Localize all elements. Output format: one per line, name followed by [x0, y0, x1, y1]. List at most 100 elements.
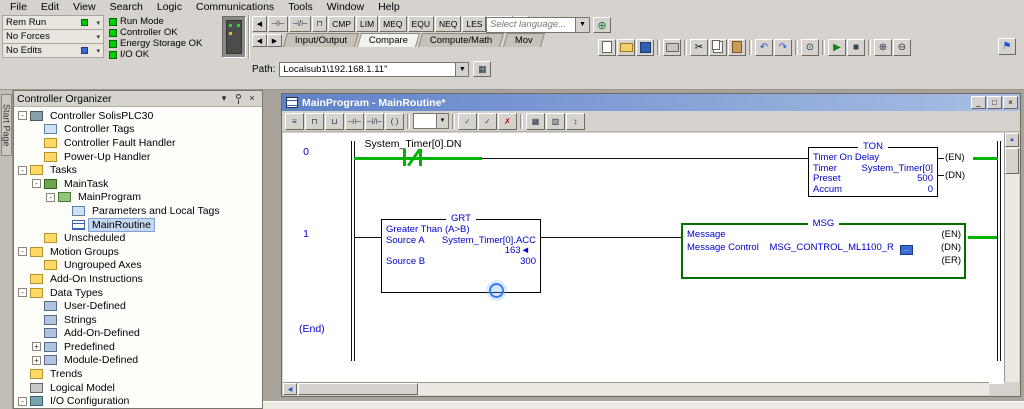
cut-icon[interactable]: ✂: [690, 38, 708, 56]
horizontal-scrollbar[interactable]: ◀: [283, 382, 989, 395]
new-rung-icon[interactable]: ≡: [285, 112, 304, 130]
edits-dropdown[interactable]: No Edits ▾: [2, 43, 104, 58]
xio-contact[interactable]: [403, 149, 406, 166]
print-icon[interactable]: [663, 38, 681, 56]
browse-button[interactable]: ...: [899, 244, 913, 255]
contact-operand-tag[interactable]: System_Timer[0].DN: [333, 138, 493, 150]
browse-logic-icon[interactable]: ▦: [526, 112, 545, 130]
navigate-icon[interactable]: ↕: [566, 112, 585, 130]
menu-tools[interactable]: Tools: [281, 1, 320, 14]
open-file-icon[interactable]: [617, 38, 635, 56]
tree-item-controller-tags[interactable]: Controller Tags: [15, 123, 262, 137]
tree-expander-icon[interactable]: -: [46, 192, 55, 202]
tree-item-ungrouped-axes[interactable]: Ungrouped Axes: [15, 259, 262, 273]
xic-contact-icon[interactable]: ⊣⊢: [268, 15, 288, 32]
tree-item-tasks[interactable]: - Tasks: [15, 163, 262, 177]
menu-file[interactable]: File: [3, 1, 34, 14]
tab-input-output[interactable]: Input/Output: [282, 33, 360, 47]
tree-item-mainprogram[interactable]: - MainProgram: [15, 191, 262, 205]
instruction-cmp-button[interactable]: CMP: [328, 15, 355, 32]
ton-param-value[interactable]: 0: [928, 184, 933, 196]
tree-item-trends[interactable]: Trends: [15, 367, 262, 381]
ladder-canvas[interactable]: 0 1 (End) System_Timer[0].DN TON Timer O…: [283, 133, 1005, 384]
vertical-scrollbar[interactable]: ▲: [1004, 133, 1019, 384]
tree-item-module-defined[interactable]: + Module-Defined: [15, 354, 262, 368]
split-window-icon[interactable]: ▥: [546, 112, 565, 130]
branch-level-icon[interactable]: ⊔: [325, 112, 344, 130]
tree-item-controller-solisplc30[interactable]: - Controller SolisPLC30: [15, 109, 262, 123]
tab-compute-math[interactable]: Compute/Math: [418, 33, 505, 47]
maximize-button[interactable]: □: [987, 96, 1002, 109]
ton-param-value[interactable]: 500: [917, 173, 933, 185]
menu-edit[interactable]: Edit: [34, 1, 66, 14]
tab-start-page[interactable]: Start Page: [1, 94, 12, 156]
tree-item-parameters-and-local-tags[interactable]: Parameters and Local Tags: [15, 204, 262, 218]
menu-view[interactable]: View: [66, 1, 103, 14]
menu-search[interactable]: Search: [103, 1, 150, 14]
scroll-left-button[interactable]: ◀: [252, 15, 267, 32]
xio-contact-icon[interactable]: ⊣/⊢: [365, 112, 384, 130]
tree-item-predefined[interactable]: + Predefined: [15, 340, 262, 354]
language-select[interactable]: Select language... ▼: [486, 17, 590, 33]
cancel-edits-icon[interactable]: ✗: [498, 112, 517, 130]
tree-item-logical-model[interactable]: Logical Model: [15, 381, 262, 395]
verify-rung-icon[interactable]: ✓: [458, 112, 477, 130]
new-file-icon[interactable]: [598, 38, 616, 56]
scroll-left-icon[interactable]: ◀: [283, 383, 297, 395]
ote-coil-icon[interactable]: ( ): [385, 112, 404, 130]
menu-help[interactable]: Help: [371, 1, 407, 14]
tab-scroll-right-button[interactable]: ▶: [267, 34, 282, 47]
tree-item-controller-fault-handler[interactable]: Controller Fault Handler: [15, 136, 262, 150]
grt-instruction[interactable]: GRT Greater Than (A>B) Source A System_Ti…: [381, 213, 541, 293]
save-icon[interactable]: [636, 38, 654, 56]
tree-item-mainroutine[interactable]: MainRoutine: [15, 217, 262, 232]
menu-communications[interactable]: Communications: [189, 1, 281, 14]
tree-expander-icon[interactable]: -: [18, 165, 27, 175]
window-title-bar[interactable]: MainProgram - MainRoutine* _ □ ×: [282, 94, 1020, 111]
tree-item-motion-groups[interactable]: - Motion Groups: [15, 245, 262, 259]
copy-icon[interactable]: [709, 38, 727, 56]
chevron-down-icon[interactable]: ▼: [575, 18, 589, 32]
tree-expander-icon[interactable]: -: [18, 288, 27, 298]
forces-dropdown[interactable]: No Forces ▾: [2, 29, 104, 44]
instruction-neq-button[interactable]: NEQ: [434, 15, 462, 32]
msg-control-value[interactable]: MSG_CONTROL_ML1100_R: [769, 242, 893, 253]
minimize-button[interactable]: _: [971, 96, 986, 109]
tree-item-add-on-defined[interactable]: Add-On-Defined: [15, 327, 262, 341]
program-mode-icon[interactable]: ■: [847, 38, 865, 56]
run-mode-icon[interactable]: ▶: [828, 38, 846, 56]
undo-icon[interactable]: ↶: [755, 38, 773, 56]
rung-number-1[interactable]: 1: [293, 228, 319, 240]
tree-expander-icon[interactable]: -: [18, 396, 27, 406]
tab-mov[interactable]: Mov: [502, 33, 545, 47]
branch-icon[interactable]: ⊓: [312, 15, 328, 32]
bookmark-icon[interactable]: ⚑: [998, 38, 1016, 55]
zoom-out-icon[interactable]: ⊖: [893, 38, 911, 56]
rung-number-0[interactable]: 0: [293, 146, 319, 158]
zoom-in-icon[interactable]: ⊕: [874, 38, 892, 56]
tree-item-add-on-instructions[interactable]: Add-On Instructions: [15, 272, 262, 286]
scroll-up-icon[interactable]: ▲: [1005, 133, 1019, 147]
ton-instruction[interactable]: TON Timer On Delay Timer System_Timer[0] …: [808, 141, 938, 197]
instruction-equ-button[interactable]: EQU: [407, 15, 434, 32]
grt-source-b-value[interactable]: 300: [520, 256, 536, 268]
redo-icon[interactable]: ↷: [774, 38, 792, 56]
path-combobox[interactable]: Localsub1\192.168.1.11" ▼: [279, 61, 470, 77]
tree-item-i-o-configuration[interactable]: - I/O Configuration: [15, 394, 262, 408]
close-icon[interactable]: ×: [245, 92, 259, 105]
tree-item-data-types[interactable]: - Data Types: [15, 286, 262, 300]
tree-item-unscheduled[interactable]: Unscheduled: [15, 231, 262, 245]
chevron-down-icon[interactable]: ▼: [455, 62, 469, 76]
tree-expander-icon[interactable]: +: [32, 342, 41, 352]
xio-contact-icon[interactable]: ⊣/⊢: [288, 15, 312, 32]
tree-item-power-up-handler[interactable]: Power-Up Handler: [15, 150, 262, 164]
instruction-les-button[interactable]: LES: [462, 15, 487, 32]
verify-routine-icon[interactable]: ✓: [478, 112, 497, 130]
menu-logic[interactable]: Logic: [150, 1, 189, 14]
xic-contact-icon[interactable]: ⊣⊢: [345, 112, 364, 130]
tab-compare[interactable]: Compare: [357, 33, 421, 47]
branch-icon[interactable]: ⊓: [305, 112, 324, 130]
scrollbar-thumb[interactable]: [298, 383, 418, 395]
instruction-lim-button[interactable]: LIM: [356, 15, 379, 32]
mode-dropdown[interactable]: Rem Run ▾: [2, 15, 104, 30]
